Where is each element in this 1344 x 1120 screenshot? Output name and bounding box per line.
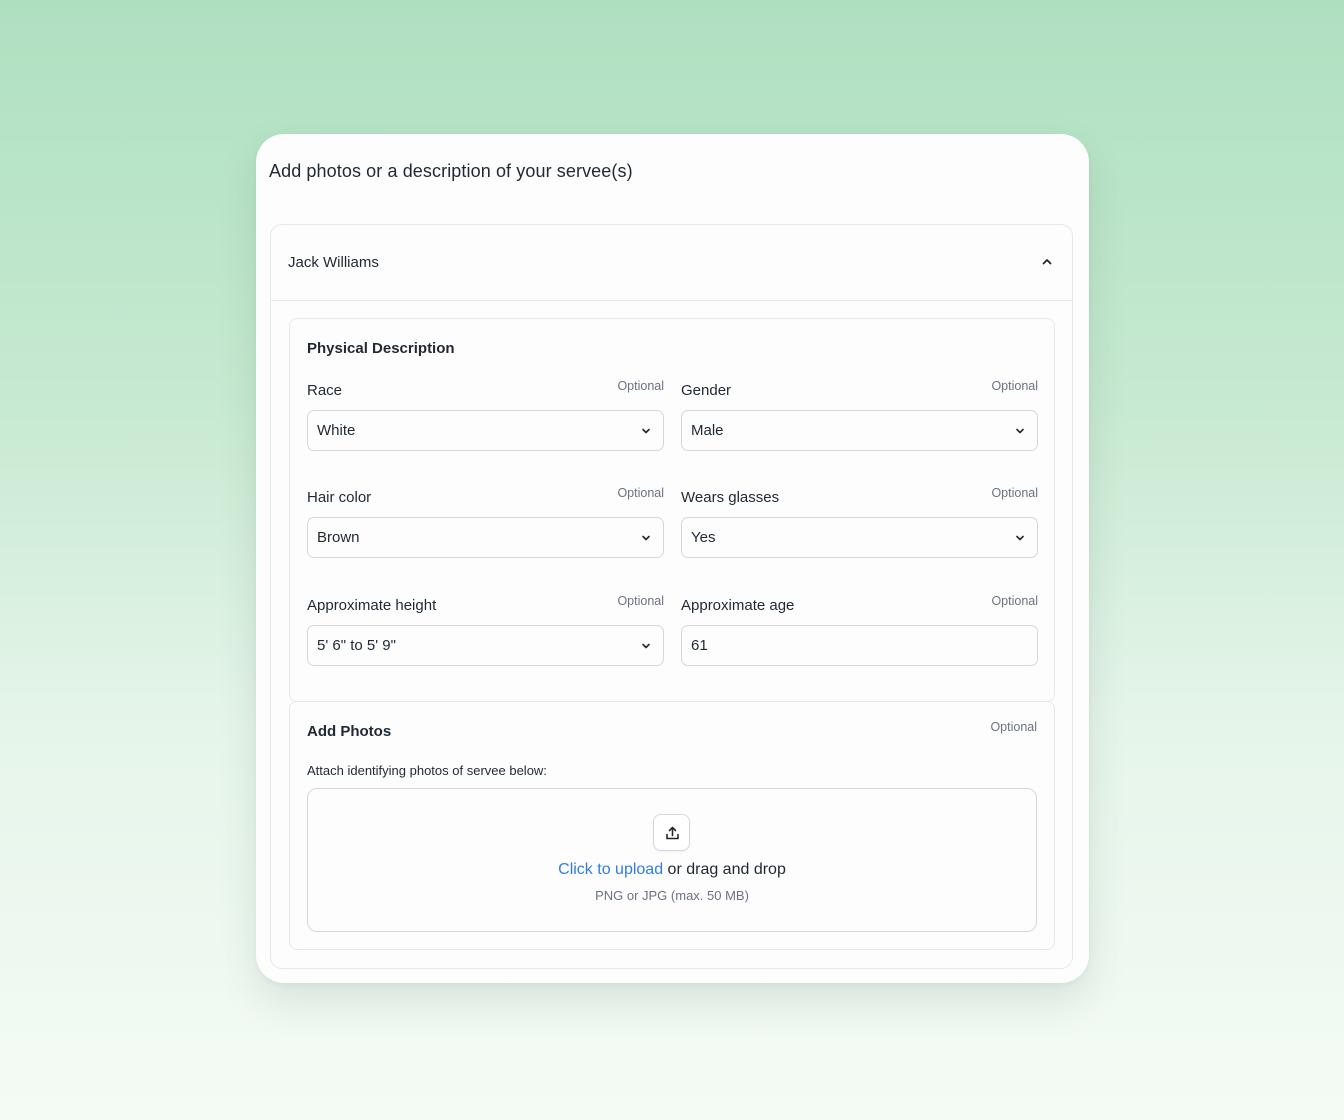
servee-description-card: Add photos or a description of your serv… xyxy=(256,134,1089,983)
hair-color-optional-tag: Optional xyxy=(617,486,664,500)
chevron-down-icon xyxy=(1016,428,1024,434)
servee-name: Jack Williams xyxy=(288,254,379,271)
gender-select[interactable]: Male xyxy=(681,410,1038,451)
gender-optional-tag: Optional xyxy=(991,379,1038,393)
photos-optional-tag: Optional xyxy=(990,720,1037,734)
upload-button[interactable] xyxy=(653,814,690,851)
upload-formats: PNG or JPG (max. 50 MB) xyxy=(595,888,749,903)
chevron-down-icon xyxy=(642,643,650,649)
upload-icon xyxy=(666,826,679,840)
hair-color-select[interactable]: Brown xyxy=(307,517,664,558)
add-photos-title: Add Photos xyxy=(307,723,392,740)
height-optional-tag: Optional xyxy=(617,594,664,608)
add-photos-section: Add Photos Optional Attach identifying p… xyxy=(289,701,1055,950)
upload-instruction: Click to upload or drag and drop xyxy=(308,861,1036,879)
photo-dropzone[interactable]: Click to upload or drag and drop PNG or … xyxy=(307,788,1037,932)
chevron-down-icon xyxy=(642,535,650,541)
wears-glasses-label: Wears glasses xyxy=(681,489,780,506)
hair-color-label: Hair color xyxy=(307,489,372,506)
age-optional-tag: Optional xyxy=(991,594,1038,608)
servee-accordion-header[interactable]: Jack Williams xyxy=(271,225,1072,301)
height-select[interactable]: 5' 6" to 5' 9" xyxy=(307,625,664,666)
age-input[interactable]: 61 xyxy=(681,625,1038,666)
drag-drop-text: or drag and drop xyxy=(663,861,786,878)
chevron-down-icon xyxy=(1016,535,1024,541)
hair-color-value: Brown xyxy=(317,529,360,546)
race-value: White xyxy=(317,422,356,439)
wears-glasses-select[interactable]: Yes xyxy=(681,517,1038,558)
height-value: 5' 6" to 5' 9" xyxy=(317,637,396,654)
gender-label: Gender xyxy=(681,382,732,399)
gender-value: Male xyxy=(691,422,724,439)
race-select[interactable]: White xyxy=(307,410,664,451)
photos-hint: Attach identifying photos of servee belo… xyxy=(307,763,547,778)
height-label: Approximate height xyxy=(307,597,437,614)
age-label: Approximate age xyxy=(681,597,795,614)
servee-accordion: Jack Williams Physical Description Race … xyxy=(270,224,1073,969)
card-title: Add photos or a description of your serv… xyxy=(269,161,633,181)
physical-description-title: Physical Description xyxy=(307,340,455,357)
physical-description-section: Physical Description Race Optional White… xyxy=(289,318,1055,702)
race-optional-tag: Optional xyxy=(617,379,664,393)
age-value: 61 xyxy=(691,637,708,654)
wears-glasses-optional-tag: Optional xyxy=(991,486,1038,500)
chevron-up-icon[interactable] xyxy=(1040,255,1054,269)
wears-glasses-value: Yes xyxy=(691,529,716,546)
click-to-upload-link[interactable]: Click to upload xyxy=(558,861,663,878)
race-label: Race xyxy=(307,382,343,399)
chevron-down-icon xyxy=(642,428,650,434)
